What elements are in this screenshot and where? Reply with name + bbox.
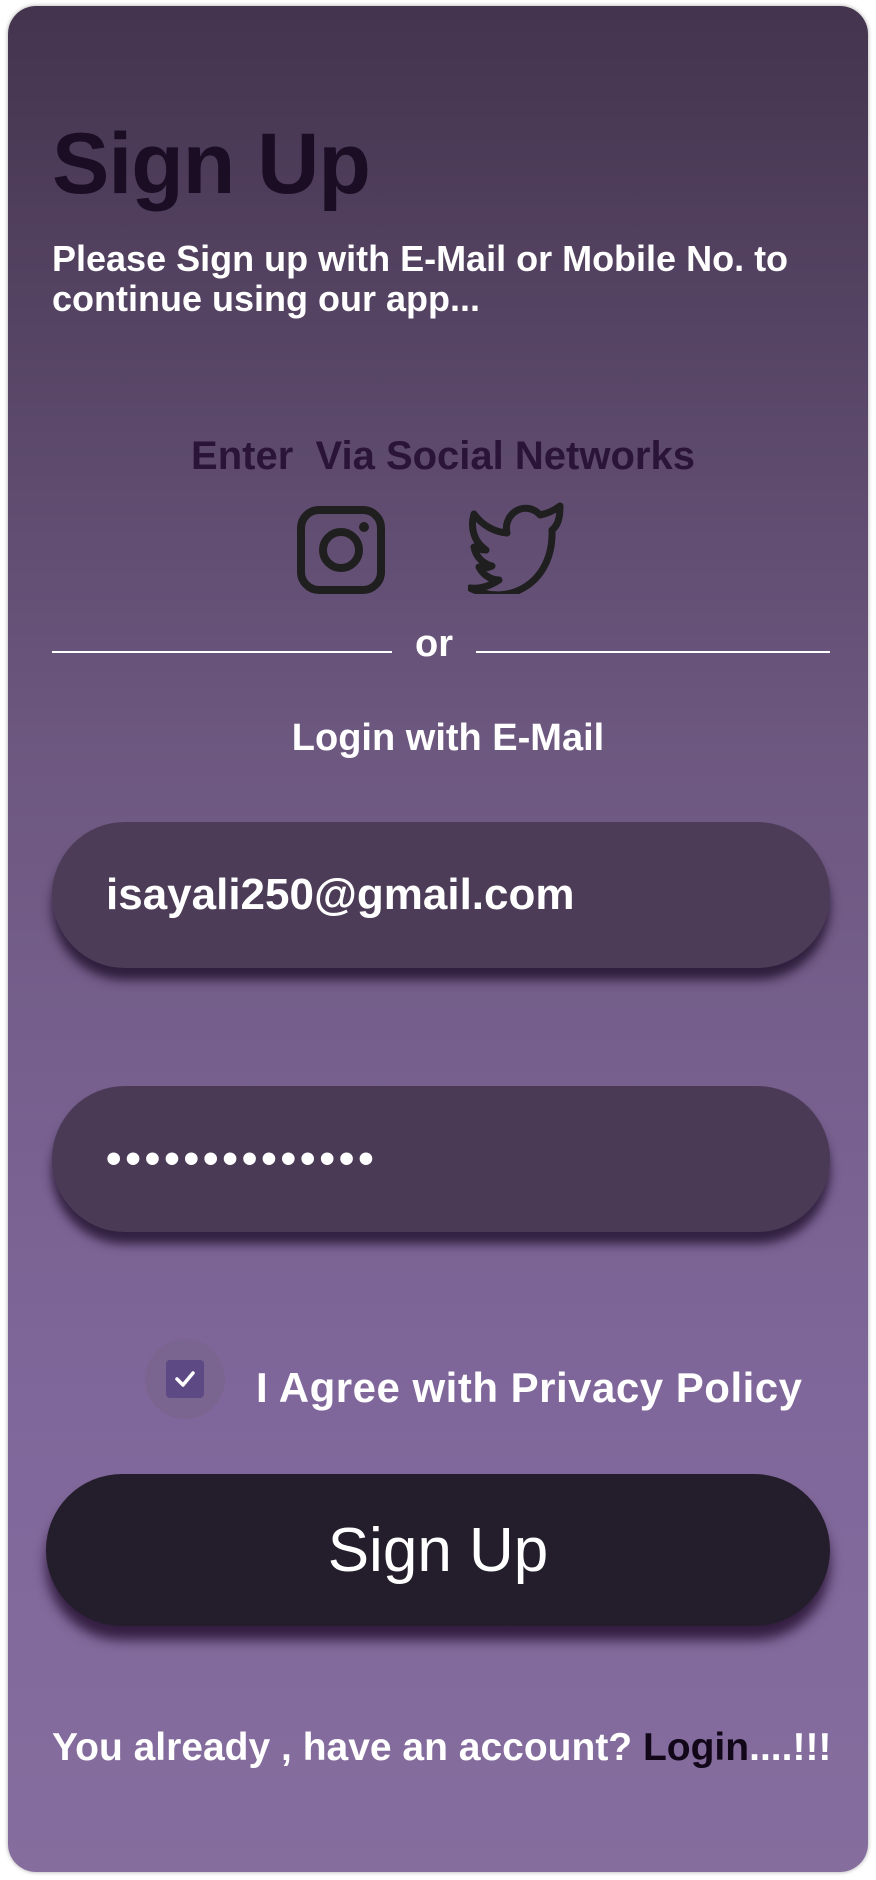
divider-right bbox=[476, 651, 830, 653]
instagram-icon[interactable] bbox=[293, 502, 389, 598]
login-prompt: You already , have an account? Login....… bbox=[52, 1726, 831, 1770]
page-title: Sign Up bbox=[52, 116, 371, 212]
checkmark-icon bbox=[175, 1371, 195, 1387]
signup-card: Sign Up Please Sign up with E-Mail or Mo… bbox=[8, 6, 868, 1872]
social-networks-heading: Enter Via Social Networks bbox=[8, 434, 868, 479]
divider-or-label: or bbox=[415, 623, 453, 665]
login-link[interactable]: Login bbox=[643, 1726, 749, 1769]
social-heading-networks: Via Social Networks bbox=[315, 434, 695, 478]
twitter-icon[interactable] bbox=[468, 498, 564, 594]
sign-up-button[interactable]: Sign Up bbox=[46, 1474, 830, 1626]
page-subtitle: Please Sign up with E-Mail or Mobile No.… bbox=[52, 238, 789, 319]
email-section-heading: Login with E-Mail bbox=[291, 717, 605, 759]
password-field[interactable]: •••••••••••••• bbox=[52, 1086, 830, 1232]
privacy-checkbox[interactable] bbox=[145, 1339, 225, 1419]
login-prompt-suffix: ....!!! bbox=[749, 1726, 832, 1769]
divider-left bbox=[52, 651, 392, 653]
login-prompt-text: You already , have an account? bbox=[52, 1726, 643, 1769]
checkbox-box bbox=[166, 1360, 204, 1398]
privacy-agree-label[interactable]: I Agree with Privacy Policy bbox=[256, 1364, 803, 1412]
social-heading-enter: Enter bbox=[191, 434, 294, 478]
email-field[interactable]: isayali250@gmail.com bbox=[52, 822, 830, 968]
